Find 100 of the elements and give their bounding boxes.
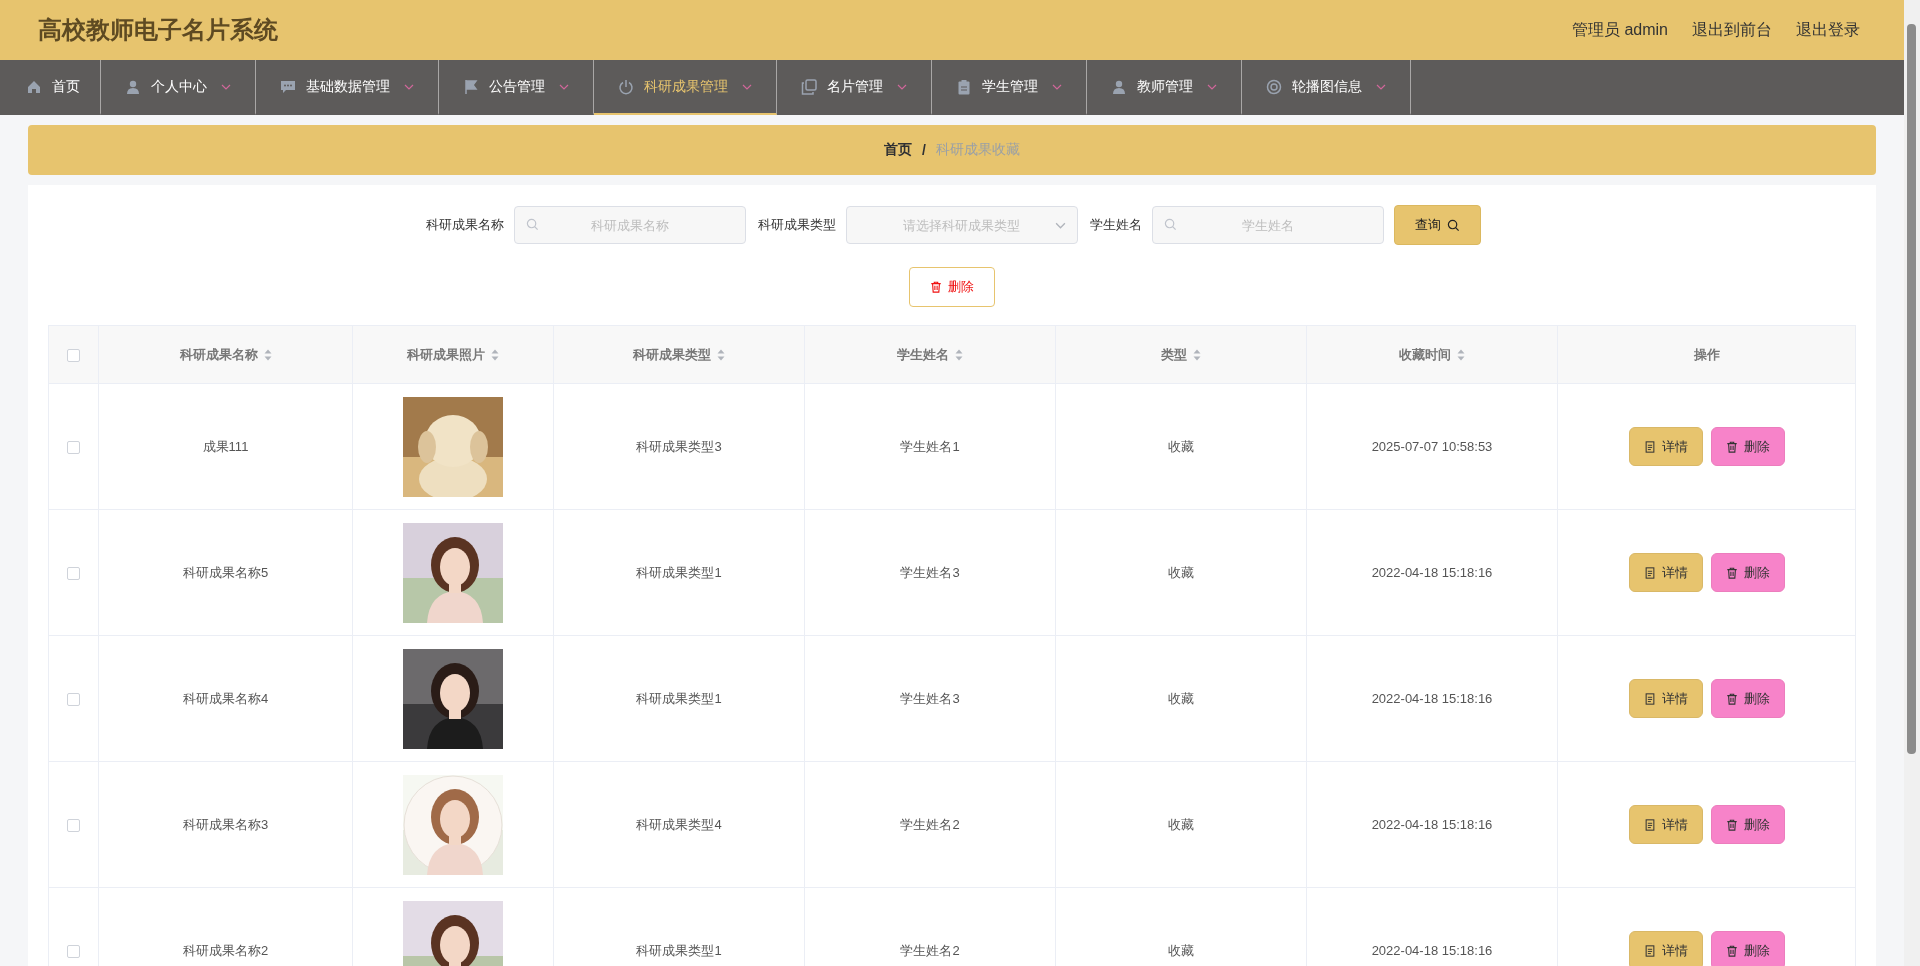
table-cell: 学生姓名1 bbox=[900, 438, 960, 454]
table-cell: 科研成果名称5 bbox=[182, 564, 269, 580]
table-cell: 收藏 bbox=[1168, 564, 1194, 580]
table-cell: 科研成果类型1 bbox=[636, 564, 722, 580]
trash-icon bbox=[1725, 440, 1738, 453]
field-label: 科研成果名称 bbox=[425, 216, 504, 234]
table-cell: 科研成果类型4 bbox=[636, 816, 722, 832]
chevron-down-icon bbox=[1054, 222, 1066, 229]
header-link[interactable]: 退出登录 bbox=[1796, 19, 1860, 41]
delete-button[interactable]: 删除 bbox=[1710, 931, 1785, 966]
clipboard-icon bbox=[956, 78, 972, 95]
document-icon bbox=[1643, 944, 1656, 957]
home-icon bbox=[26, 78, 42, 95]
delete-button[interactable]: 删除 bbox=[909, 267, 995, 307]
delete-button[interactable]: 删除 bbox=[1710, 427, 1785, 466]
chat-icon bbox=[280, 78, 296, 95]
nav-menu-item[interactable]: 轮播图信息 bbox=[1242, 60, 1411, 115]
ring-icon bbox=[1266, 78, 1282, 95]
table-cell: 科研成果类型3 bbox=[636, 438, 722, 454]
table-cell: 收藏 bbox=[1168, 438, 1194, 454]
trash-icon bbox=[930, 281, 942, 293]
nav-menu-item[interactable]: 教师管理 bbox=[1087, 60, 1242, 115]
document-icon bbox=[1643, 818, 1656, 831]
scrollbar[interactable] bbox=[1904, 0, 1920, 966]
search-field[interactable]: 科研成果名称 bbox=[513, 206, 746, 244]
table-cell: 科研成果类型1 bbox=[636, 690, 722, 706]
table-cell: 2022-04-18 15:18:16 bbox=[1371, 565, 1493, 580]
sort-icon[interactable] bbox=[717, 348, 725, 361]
table-cell: 收藏 bbox=[1168, 816, 1194, 832]
detail-button[interactable]: 详情 bbox=[1628, 805, 1703, 844]
table-cell: 成果111 bbox=[202, 438, 249, 454]
breadcrumb-current: 科研成果收藏 bbox=[935, 141, 1020, 159]
delete-button[interactable]: 删除 bbox=[1710, 679, 1785, 718]
detail-button[interactable]: 详情 bbox=[1628, 553, 1703, 592]
search-icon bbox=[525, 218, 539, 231]
delete-button[interactable]: 删除 bbox=[1710, 553, 1785, 592]
column-header: 学生姓名 bbox=[897, 345, 949, 364]
detail-button[interactable]: 详情 bbox=[1628, 931, 1703, 966]
nav-menu-item[interactable]: 首页 bbox=[0, 60, 101, 115]
table-cell: 科研成果名称3 bbox=[182, 816, 269, 832]
field-label: 学生姓名 bbox=[1089, 216, 1142, 234]
search-button[interactable]: 查询 bbox=[1393, 205, 1481, 245]
breadcrumb-separator: / bbox=[922, 142, 926, 158]
table-cell: 2022-04-18 15:18:16 bbox=[1371, 943, 1493, 958]
nav-menu-item[interactable]: 个人中心 bbox=[101, 60, 256, 115]
table-cell: 学生姓名3 bbox=[900, 690, 960, 706]
column-header: 科研成果名称 bbox=[179, 345, 258, 364]
site-title: 高校教师电子名片系统 bbox=[38, 15, 278, 45]
table-cell: 学生姓名2 bbox=[900, 942, 960, 958]
row-checkbox[interactable] bbox=[67, 693, 80, 707]
search-icon bbox=[1446, 218, 1460, 232]
trash-icon bbox=[1725, 692, 1738, 705]
sort-icon[interactable] bbox=[1193, 348, 1201, 361]
nav-menu-item[interactable]: 基础数据管理 bbox=[256, 60, 439, 115]
nav-menu-item[interactable]: 学生管理 bbox=[932, 60, 1087, 115]
document-icon bbox=[1643, 566, 1656, 579]
search-icon bbox=[1163, 218, 1177, 231]
document-icon bbox=[1643, 692, 1656, 705]
field-label: 科研成果类型 bbox=[757, 216, 836, 234]
row-checkbox[interactable] bbox=[67, 567, 80, 581]
column-header: 科研成果照片 bbox=[407, 345, 485, 364]
column-header: 类型 bbox=[1161, 345, 1187, 364]
row-checkbox[interactable] bbox=[67, 945, 80, 959]
column-header: 操作 bbox=[1693, 345, 1720, 364]
header-link[interactable]: 管理员 admin bbox=[1571, 19, 1668, 41]
breadcrumb-link[interactable]: 首页 bbox=[884, 141, 913, 159]
copy-icon bbox=[801, 78, 817, 95]
trash-icon bbox=[1725, 944, 1738, 957]
table-cell: 2022-04-18 15:18:16 bbox=[1371, 691, 1493, 706]
flag-icon bbox=[463, 78, 479, 95]
header-link[interactable]: 退出到前台 bbox=[1692, 19, 1772, 41]
nav-menu-item[interactable]: 名片管理 bbox=[777, 60, 932, 115]
nav-menu-item[interactable]: 公告管理 bbox=[439, 60, 594, 115]
person-icon bbox=[1111, 78, 1127, 95]
trash-icon bbox=[1725, 818, 1738, 831]
delete-button[interactable]: 删除 bbox=[1710, 805, 1785, 844]
nav-menu-item[interactable]: 科研成果管理 bbox=[594, 60, 777, 115]
table-cell: 2022-04-18 15:18:16 bbox=[1371, 817, 1493, 832]
detail-button[interactable]: 详情 bbox=[1628, 427, 1703, 466]
person-icon bbox=[125, 78, 141, 95]
row-checkbox[interactable] bbox=[67, 819, 80, 833]
scrollbar-thumb[interactable] bbox=[1907, 24, 1916, 754]
detail-button[interactable]: 详情 bbox=[1628, 679, 1703, 718]
power-icon bbox=[618, 78, 634, 95]
column-header: 科研成果类型 bbox=[633, 345, 711, 364]
sort-icon[interactable] bbox=[1457, 348, 1465, 361]
column-header: 收藏时间 bbox=[1399, 345, 1451, 364]
table-cell: 学生姓名3 bbox=[900, 564, 960, 580]
row-checkbox[interactable] bbox=[67, 441, 80, 455]
table-cell: 2025-07-07 10:58:53 bbox=[1371, 439, 1493, 454]
sort-icon[interactable] bbox=[263, 348, 272, 361]
document-icon bbox=[1643, 440, 1656, 453]
table-cell: 科研成果名称4 bbox=[182, 690, 269, 706]
table-cell: 科研成果名称2 bbox=[182, 942, 269, 958]
table-cell: 科研成果类型1 bbox=[636, 942, 722, 958]
sort-icon[interactable] bbox=[955, 348, 963, 361]
sort-icon[interactable] bbox=[491, 348, 499, 361]
trash-icon bbox=[1725, 566, 1738, 579]
table-cell: 收藏 bbox=[1168, 690, 1194, 706]
select-all-checkbox[interactable] bbox=[67, 349, 80, 363]
